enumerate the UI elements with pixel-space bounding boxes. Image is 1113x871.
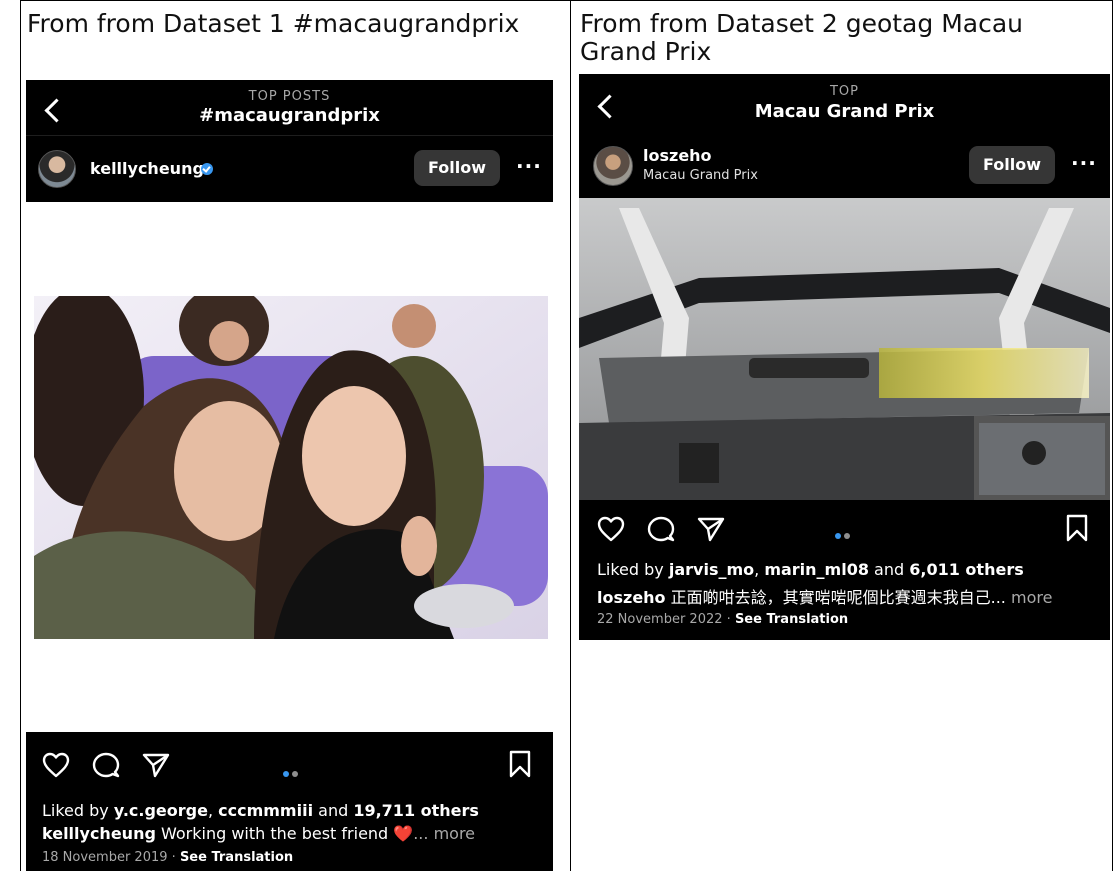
post2-photo-art — [579, 198, 1110, 500]
share-icon[interactable] — [142, 752, 170, 778]
post2-location-link[interactable]: Macau Grand Prix — [643, 168, 758, 183]
comment-icon[interactable] — [647, 516, 675, 542]
likes-and: and — [313, 801, 354, 820]
post1-header-title: #macaugrandprix — [199, 105, 380, 126]
date-sep: · — [167, 850, 180, 865]
grid-border-middle — [570, 0, 571, 871]
verified-icon — [201, 163, 213, 175]
post2-username[interactable]: loszeho — [643, 146, 712, 165]
post1-header-small: TOP POSTS — [248, 89, 331, 104]
carousel-pager — [835, 524, 853, 539]
share-icon[interactable] — [697, 516, 725, 542]
avatar[interactable] — [593, 146, 633, 186]
post2-top-bar: TOP Macau Grand Prix loszeho Macau Grand… — [579, 74, 1110, 198]
post2-header-small: TOP — [829, 84, 859, 99]
likes-prefix: Liked by — [42, 801, 114, 820]
post2-date-line: 22 November 2022 · See Translation — [597, 612, 848, 627]
header-divider — [26, 135, 553, 136]
liked-user-link[interactable]: y.c.george — [114, 801, 208, 820]
likes-count-link[interactable]: 19,711 others — [353, 801, 479, 820]
likes-sep: , — [207, 801, 219, 820]
liked-user-link[interactable]: cccmmmiii — [218, 801, 313, 820]
post2-bottom-bar: Liked by jarvis_mo, marin_ml08 and 6,011… — [579, 500, 1110, 640]
post2-caption-line: loszeho 正面啲咁去諗，其實啱啱呢個比賽週末我自己... more — [597, 584, 1052, 608]
heart-icon[interactable] — [42, 752, 70, 778]
post1-photo — [34, 296, 548, 639]
heart-emoji-icon: ❤️ — [393, 824, 414, 843]
more-dots-icon[interactable]: ··· — [1071, 151, 1097, 175]
grid-border-top — [20, 0, 1113, 1]
post-date: 22 November 2022 — [597, 612, 723, 627]
caption-username[interactable]: kelllycheung — [42, 824, 156, 843]
see-translation-link[interactable]: See Translation — [735, 612, 848, 627]
liked-user-link[interactable]: marin_ml08 — [764, 560, 869, 579]
grid-border-left — [20, 0, 21, 871]
post1-photo-art — [34, 296, 548, 639]
bookmark-icon[interactable] — [508, 750, 532, 778]
liked-user-link[interactable]: jarvis_mo — [669, 560, 754, 579]
caption-text: 正面啲咁去諗，其實啱啱呢個比賽週末我自己... — [665, 588, 1006, 607]
likes-and: and — [868, 560, 910, 579]
follow-button[interactable]: Follow — [414, 150, 500, 186]
more-dots-icon[interactable]: ··· — [516, 154, 542, 178]
avatar[interactable] — [38, 150, 76, 188]
post2-likes-line: Liked by jarvis_mo, marin_ml08 and 6,011… — [597, 560, 1024, 579]
post2-photo — [579, 198, 1110, 500]
post1-date-line: 18 November 2019 · See Translation — [42, 850, 293, 865]
post-date: 18 November 2019 — [42, 850, 168, 865]
post1-top-bar: TOP POSTS #macaugrandprix kelllycheung F… — [26, 80, 553, 202]
bookmark-icon[interactable] — [1065, 514, 1089, 542]
comment-icon[interactable] — [92, 752, 120, 778]
caption-left: From from Dataset 1 #macaugrandprix — [27, 9, 520, 38]
likes-prefix: Liked by — [597, 560, 669, 579]
caption-username[interactable]: loszeho — [597, 588, 666, 607]
heart-icon[interactable] — [597, 516, 625, 542]
post1-username[interactable]: kelllycheung — [90, 159, 204, 178]
post1-likes-line: Liked by y.c.george, cccmmmiii and 19,71… — [42, 801, 479, 820]
see-translation-link[interactable]: See Translation — [180, 850, 293, 865]
post2-header-title: Macau Grand Prix — [754, 101, 935, 122]
carousel-pager — [283, 762, 301, 777]
likes-sep: , — [754, 560, 765, 579]
caption-text: Working with the best friend — [155, 824, 394, 843]
likes-count-link[interactable]: 6,011 others — [909, 560, 1023, 579]
caption-more-link[interactable]: more — [1006, 588, 1052, 607]
follow-button[interactable]: Follow — [969, 146, 1055, 184]
post1-bottom-bar: Liked by y.c.george, cccmmmiii and 19,71… — [26, 732, 553, 871]
caption-right: From from Dataset 2 geotag Macau Grand P… — [580, 9, 1023, 66]
date-sep: · — [722, 612, 735, 627]
caption-more-link[interactable]: ... more — [413, 824, 475, 843]
post1-caption-line: kelllycheung Working with the best frien… — [42, 824, 475, 843]
